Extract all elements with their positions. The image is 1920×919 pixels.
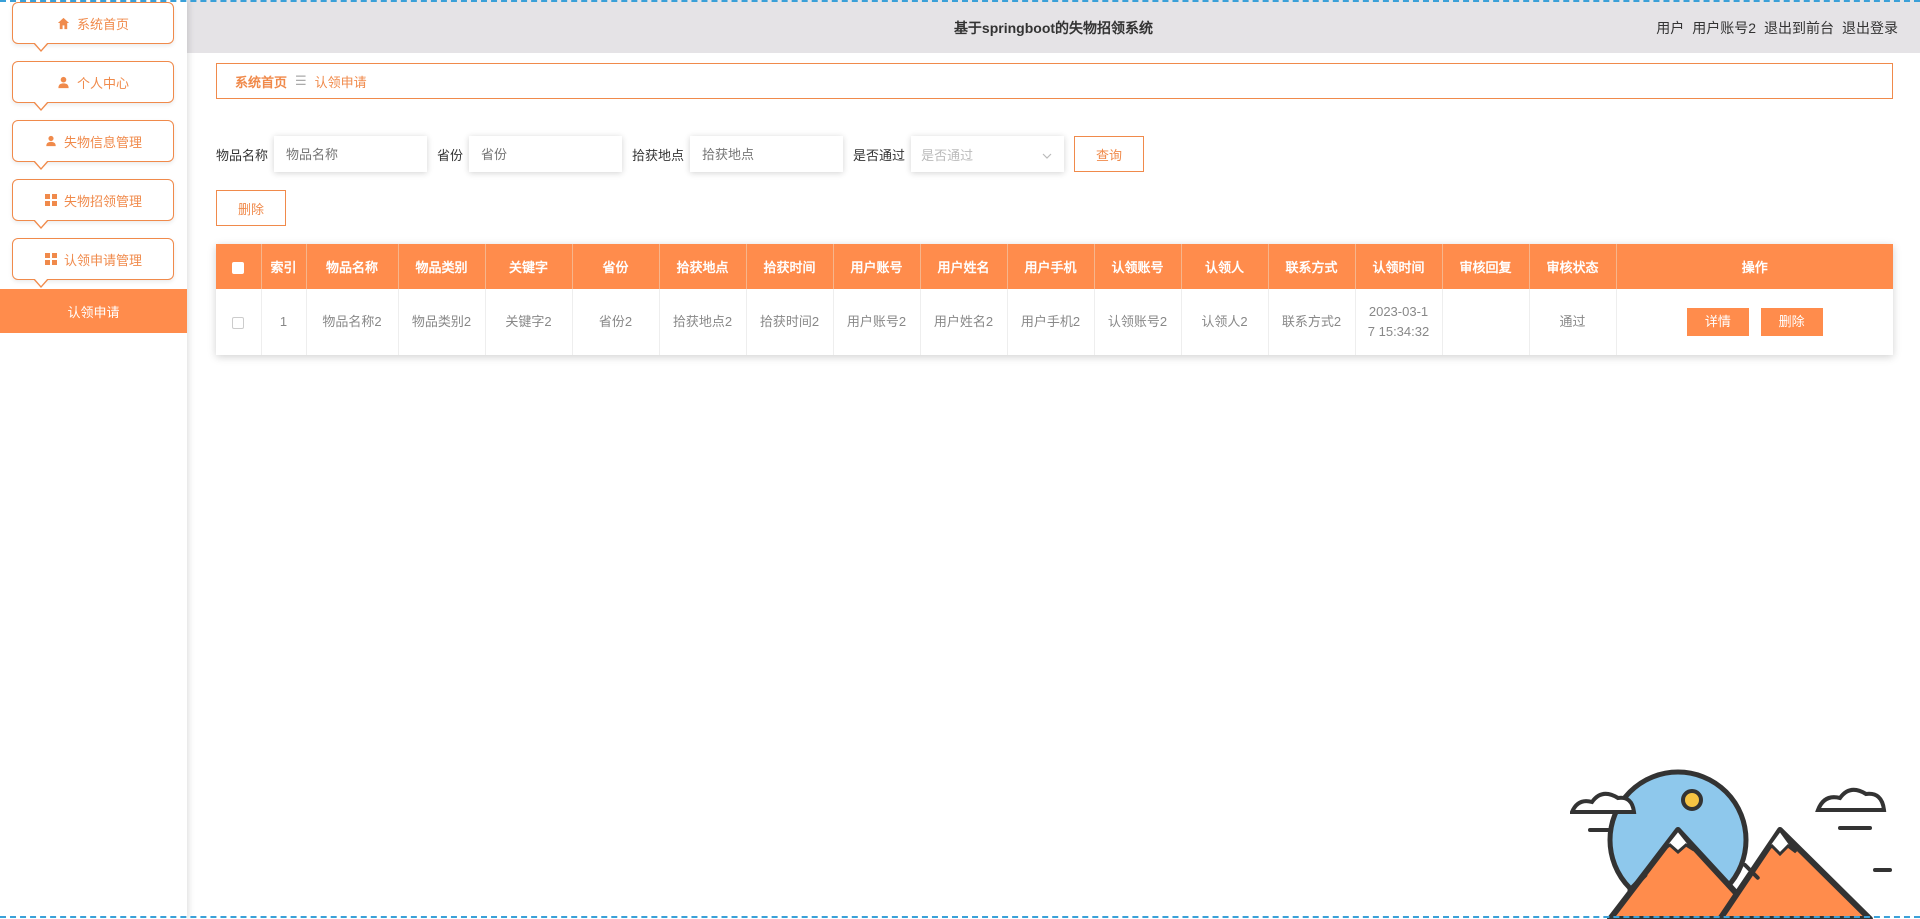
home-icon <box>57 16 71 30</box>
sidebar-item-label: 失物招领管理 <box>63 193 142 209</box>
name-input[interactable] <box>274 136 428 172</box>
cell-keyword: 关键字2 <box>485 289 573 355</box>
cell-review-status: 通过 <box>1529 289 1617 355</box>
sidebar-item-personal[interactable]: 个人中心 <box>12 61 174 111</box>
cell-claimer: 认领人2 <box>1181 289 1269 355</box>
cell-claim-time: 2023-03-1 7 15:34:32 <box>1355 289 1443 355</box>
cell-user-phone: 用户手机2 <box>1007 289 1095 355</box>
cell-actions: 详情 删除 <box>1616 289 1893 355</box>
select-all-checkbox[interactable] <box>232 261 245 274</box>
cell-index: 1 <box>261 289 307 355</box>
cell-province: 省份2 <box>572 289 660 355</box>
breadcrumb: 系统首页 ☰ 认领申请 <box>216 63 1893 99</box>
column-header: 联系方式 <box>1268 244 1356 289</box>
user-icon <box>44 134 58 148</box>
claim-table: 索引 物品名称 物品类别 关键字 省份 拾获地点 拾获时间 用户账号 用户姓名 … <box>216 244 1893 355</box>
pass-select-placeholder: 是否通过 <box>921 147 974 163</box>
column-header: 用户手机 <box>1007 244 1095 289</box>
province-input[interactable] <box>469 136 623 172</box>
column-header: 用户账号 <box>833 244 921 289</box>
top-header: 基于springboot的失物招领系统 用户 用户账号2 退出到前台 退出登录 <box>187 0 1920 53</box>
sidebar-subitem-label: 认领申请 <box>67 304 120 320</box>
column-header: 物品类别 <box>398 244 486 289</box>
column-header: 省份 <box>572 244 660 289</box>
column-header: 拾获时间 <box>746 244 834 289</box>
user-icon <box>57 75 71 89</box>
user-name: 用户账号2 <box>1692 20 1756 36</box>
logout-link[interactable]: 退出登录 <box>1842 18 1898 38</box>
grid-icon <box>44 252 58 266</box>
sidebar-item-lost-found[interactable]: 失物招领管理 <box>12 179 174 229</box>
cell-place: 拾获地点2 <box>659 289 747 355</box>
column-header: 审核回复 <box>1442 244 1530 289</box>
column-header: 操作 <box>1616 244 1893 289</box>
claim-time-line2: 7 15:34:32 <box>1367 324 1430 339</box>
province-label: 省份 <box>437 147 464 163</box>
grid-icon <box>44 193 58 207</box>
header-user-area: 用户 用户账号2 退出到前台 退出登录 <box>1656 18 1898 38</box>
pass-select[interactable]: 是否通过 <box>911 136 1065 172</box>
column-header: 物品名称 <box>306 244 399 289</box>
row-select-cell <box>216 289 262 355</box>
column-header: 关键字 <box>485 244 573 289</box>
sidebar-item-home[interactable]: 系统首页 <box>12 2 174 52</box>
chevron-down-icon <box>1042 147 1052 162</box>
sidebar-item-claim-manage[interactable]: 认领申请管理 <box>12 238 174 288</box>
top-border <box>0 0 1920 2</box>
delete-button[interactable]: 删除 <box>1760 308 1823 336</box>
column-header: 认领账号 <box>1094 244 1182 289</box>
column-header: 拾获地点 <box>659 244 747 289</box>
column-header: 审核状态 <box>1529 244 1617 289</box>
pass-label: 是否通过 <box>853 147 906 163</box>
sidebar-item-label: 失物信息管理 <box>63 134 142 150</box>
detail-button[interactable]: 详情 <box>1686 308 1749 336</box>
select-all-cell <box>216 244 262 289</box>
sidebar-item-label: 认领申请管理 <box>63 252 142 268</box>
breadcrumb-home[interactable]: 系统首页 <box>235 72 287 91</box>
user-role: 用户 <box>1656 20 1685 36</box>
cell-claim-account: 认领账号2 <box>1094 289 1182 355</box>
place-input[interactable] <box>690 136 844 172</box>
breadcrumb-current: 认领申请 <box>314 74 367 90</box>
sidebar-subitem-claim[interactable]: 认领申请 <box>0 289 187 333</box>
cell-found-time: 拾获时间2 <box>746 289 834 355</box>
mountain-illustration <box>1570 769 1892 919</box>
sidebar-item-lost-info[interactable]: 失物信息管理 <box>12 120 174 170</box>
sidebar-item-label: 系统首页 <box>76 16 129 32</box>
back-to-front-link[interactable]: 退出到前台 <box>1764 18 1834 38</box>
claim-time-line1: 2023-03-1 <box>1368 304 1429 319</box>
cell-category: 物品类别2 <box>398 289 486 355</box>
column-header: 用户姓名 <box>920 244 1008 289</box>
sidebar: 系统首页 个人中心 失物信息管理 失物招领管理 认领申请管理 认领申请 <box>0 0 187 919</box>
query-button[interactable]: 查询 <box>1074 136 1145 172</box>
place-label: 拾获地点 <box>632 147 685 163</box>
table-header-row: 索引 物品名称 物品类别 关键字 省份 拾获地点 拾获时间 用户账号 用户姓名 … <box>216 244 1893 289</box>
batch-actions: 删除 <box>216 190 286 226</box>
cell-user-account: 用户账号2 <box>833 289 921 355</box>
cell-contact: 联系方式2 <box>1268 289 1356 355</box>
breadcrumb-separator: ☰ <box>295 73 307 88</box>
row-checkbox[interactable] <box>232 316 245 329</box>
bottom-border <box>0 916 1920 918</box>
search-form: 物品名称 省份 拾获地点 是否通过 是否通过 查询 <box>216 136 1145 172</box>
column-header: 认领人 <box>1181 244 1269 289</box>
column-header: 认领时间 <box>1355 244 1443 289</box>
batch-delete-button[interactable]: 删除 <box>216 190 286 226</box>
cell-user-name: 用户姓名2 <box>920 289 1008 355</box>
name-label: 物品名称 <box>216 147 269 163</box>
cell-review-reply <box>1442 289 1530 355</box>
sidebar-item-label: 个人中心 <box>76 75 129 91</box>
column-header: 索引 <box>261 244 307 289</box>
cell-name: 物品名称2 <box>306 289 399 355</box>
table-row: 1 物品名称2 物品类别2 关键字2 省份2 拾获地点2 拾获时间2 用户账号2… <box>216 289 1893 355</box>
